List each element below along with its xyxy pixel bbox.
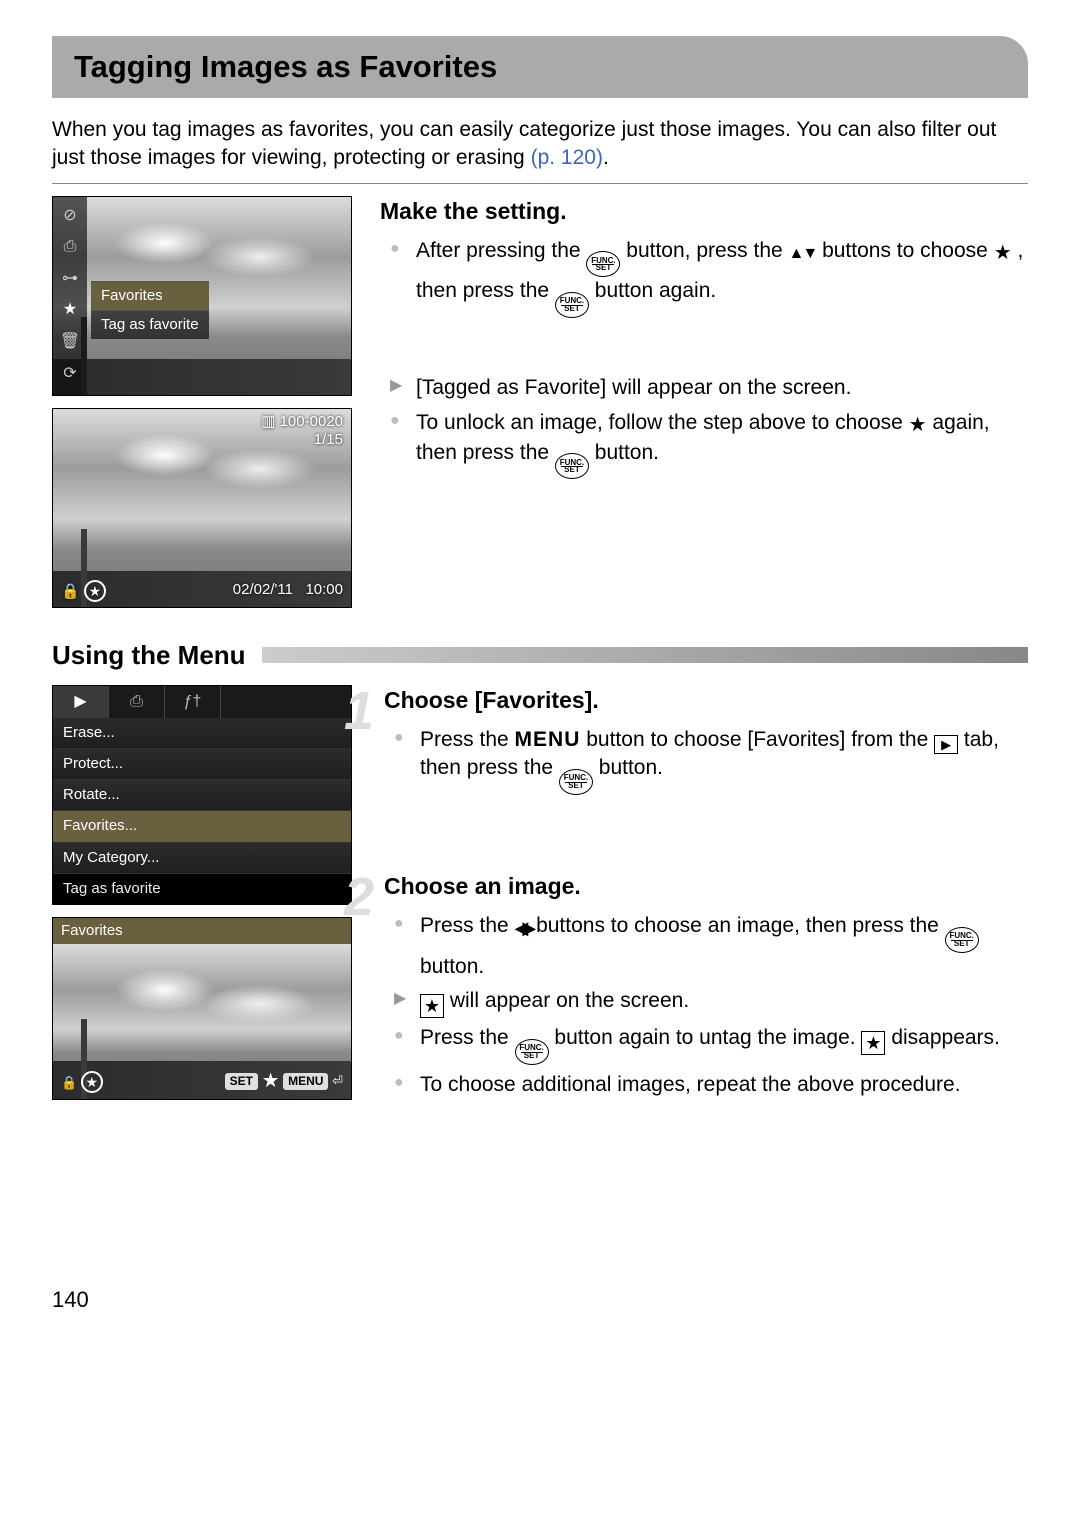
menu-item-erase: Erase... [53, 718, 351, 749]
key-icon: ⊶ [62, 268, 78, 290]
func-set-icon: FUNC.SET [586, 251, 620, 277]
divider [52, 183, 1028, 184]
make-setting-heading: Make the setting. [380, 196, 1028, 227]
instruction-bullet: To choose additional images, repeat the … [394, 1071, 1028, 1099]
step-1-heading: Choose [Favorites]. [384, 685, 1028, 716]
star-icon: ★ [994, 242, 1012, 264]
menu-list: Erase... Protect... Rotate... Favorites.… [53, 718, 351, 905]
intro-paragraph: When you tag images as favorites, you ca… [52, 116, 1028, 173]
protect-icon: ⊘ [63, 205, 76, 227]
battery-icon: ▥ [261, 413, 275, 430]
step-number-2: 2 [344, 861, 374, 934]
side-icon-strip: ⊘ ⎙ ⊶ ★ 🗑 ⟳ [53, 197, 87, 395]
instruction-bullet: After pressing the FUNC.SET button, pres… [390, 237, 1028, 319]
tag-as-favorite-label: Tag as favorite [91, 310, 209, 339]
step-1-block: ▶ ⎙ ƒ† Erase... Protect... Rotate... Fav… [52, 685, 1028, 1106]
intro-text-b: . [603, 146, 609, 169]
playback-tab-icon: ▶ [53, 686, 109, 718]
time-label: 10:00 [305, 581, 343, 598]
instruction-bullet: Press the ◀▶ buttons to choose an image,… [394, 912, 1028, 981]
func-set-icon: FUNC.SET [515, 1039, 549, 1065]
section-make-setting: ⊘ ⎙ ⊶ ★ 🗑 ⟳ Favorites Tag as favorite ▥ … [52, 196, 1028, 608]
favorites-label: Favorites [91, 281, 209, 310]
print-icon: ⎙ [64, 236, 77, 258]
rotate-icon: ⟳ [63, 363, 76, 385]
func-set-icon: FUNC.SET [945, 927, 979, 953]
camera-screenshot-favorites-view: Favorites 🔒 ★ SET ★ MENU ⏎ [52, 917, 352, 1100]
image-number: 100-0020 [280, 413, 343, 430]
favorite-star-icon: ★ [81, 1071, 103, 1093]
return-icon: ⏎ [332, 1073, 343, 1088]
tools-tab-icon: ƒ† [165, 686, 221, 718]
using-menu-heading: Using the Menu [52, 638, 246, 673]
page-reference-link[interactable]: (p. 120) [531, 146, 603, 169]
favorite-star-icon: ★ [84, 580, 106, 602]
step-2-heading: Choose an image. [384, 871, 1028, 902]
menu-pill: MENU [283, 1073, 328, 1089]
star-icon: ★ [63, 299, 77, 321]
func-set-icon: FUNC.SET [555, 453, 589, 479]
page-number: 140 [52, 1285, 1028, 1315]
set-pill: SET [225, 1073, 258, 1089]
print-tab-icon: ⎙ [109, 686, 165, 718]
star-icon: ★ [909, 414, 927, 436]
using-menu-subheading-row: Using the Menu [52, 638, 1028, 673]
trash-icon: 🗑 [60, 331, 80, 353]
func-set-icon: FUNC.SET [555, 292, 589, 318]
camera-screenshot-menu: ▶ ⎙ ƒ† Erase... Protect... Rotate... Fav… [52, 685, 352, 906]
lock-icon: 🔒 [61, 583, 80, 600]
heading-strip [262, 647, 1028, 663]
page-title: Tagging Images as Favorites [74, 46, 1006, 88]
menu-item-protect: Protect... [53, 749, 351, 780]
menu-text-icon: MENU [515, 728, 581, 751]
menu-item-my-category: My Category... [53, 843, 351, 874]
instruction-bullet: To unlock an image, follow the step abov… [390, 409, 1028, 480]
image-counter: 1/15 [261, 431, 343, 449]
camera-screenshot-favorites-menu: ⊘ ⎙ ⊶ ★ 🗑 ⟳ Favorites Tag as favorite [52, 196, 352, 396]
title-bar: Tagging Images as Favorites [52, 36, 1028, 98]
camera-screenshot-tagged-image: ▥ 100-0020 1/15 🔒 ★ 02/02/'11 10:00 [52, 408, 352, 608]
result-note: [Tagged as Favorite] will appear on the … [390, 374, 1028, 402]
instruction-bullet: Press the FUNC.SET button again to untag… [394, 1024, 1028, 1065]
star-box-icon: ★ [420, 994, 444, 1018]
favorites-header: Favorites [53, 918, 351, 944]
star-box-icon: ★ [861, 1031, 885, 1055]
date-label: 02/02/'11 [233, 581, 293, 598]
playback-tab-icon: ▶ [934, 735, 958, 754]
lock-icon: 🔒 [61, 1075, 77, 1090]
instruction-bullet: Press the MENU button to choose [Favorit… [394, 726, 1028, 795]
step-number-1: 1 [344, 675, 374, 748]
left-right-icon: ◀▶ [515, 918, 531, 938]
result-note: ★ will appear on the screen. [394, 987, 1028, 1018]
func-set-icon: FUNC.SET [559, 769, 593, 795]
menu-caption: Tag as favorite [53, 874, 351, 904]
up-down-icon: ▲▼ [789, 245, 817, 262]
intro-text-a: When you tag images as favorites, you ca… [52, 118, 996, 169]
star-icon: ★ [262, 1070, 280, 1092]
menu-item-rotate: Rotate... [53, 780, 351, 811]
menu-item-favorites: Favorites... [53, 811, 351, 842]
